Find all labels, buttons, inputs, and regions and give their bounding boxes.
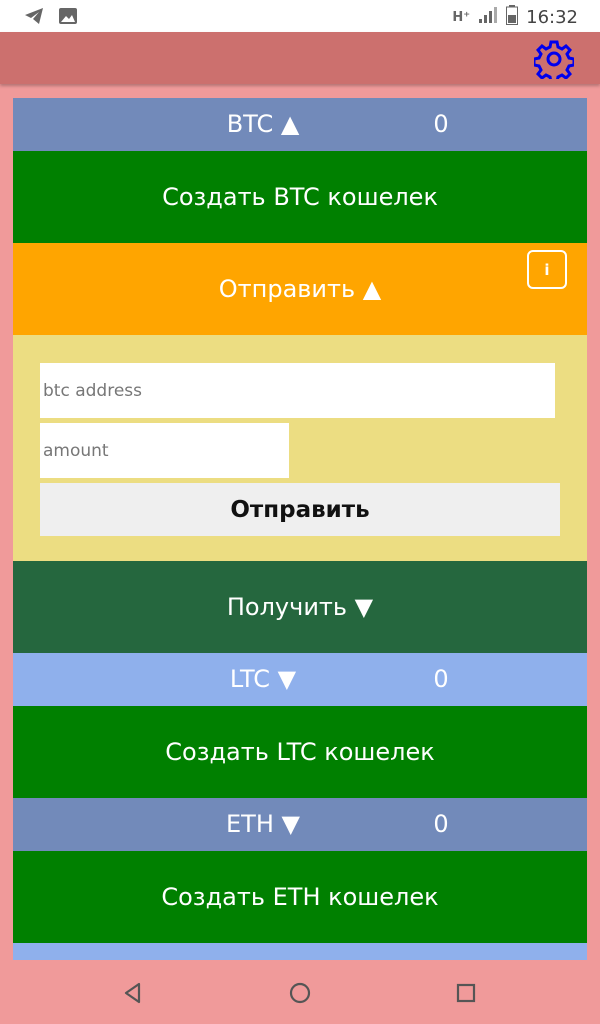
btc-send-toggle[interactable]: Отправить ▲ i [13,243,587,335]
clock: 16:32 [526,7,578,28]
info-button[interactable]: i [527,250,567,289]
btc-address-input[interactable] [40,363,555,418]
create-btc-wallet-button[interactable]: Создать BTC кошелек [13,151,587,243]
status-bar: H⁺ 16:32 [0,0,600,32]
create-eth-wallet-button[interactable]: Создать ETH кошелек [13,851,587,943]
create-ltc-wallet-button[interactable]: Создать LTC кошелек [13,706,587,798]
network-type: H⁺ [452,10,471,25]
next-coin-header[interactable] [13,943,587,960]
app-bar [0,32,600,84]
btc-receive-toggle[interactable]: Получить ▼ [13,561,587,653]
back-icon[interactable] [120,980,146,1006]
wallet-list: BTC ▲ 0 Создать BTC кошелек Отправить ▲ … [13,98,587,960]
btc-balance: 0 [433,110,449,138]
eth-header[interactable]: ETH ▼ 0 [13,798,587,851]
btc-send-label: Отправить ▲ [218,275,382,303]
settings-gear-icon[interactable] [532,39,576,84]
battery-icon [506,5,519,30]
telegram-icon [24,6,44,30]
home-icon[interactable] [287,980,313,1006]
btc-header[interactable]: BTC ▲ 0 [13,98,587,151]
amount-input[interactable] [40,423,289,478]
signal-icon [478,6,498,29]
image-icon [58,6,78,30]
eth-balance: 0 [433,810,449,838]
ltc-header[interactable]: LTC ▼ 0 [13,653,587,706]
btc-send-panel: Отправить [13,335,587,561]
system-nav-bar [0,960,600,1024]
recents-icon[interactable] [453,980,479,1006]
ltc-balance: 0 [433,665,449,693]
send-submit-button[interactable]: Отправить [40,483,560,536]
